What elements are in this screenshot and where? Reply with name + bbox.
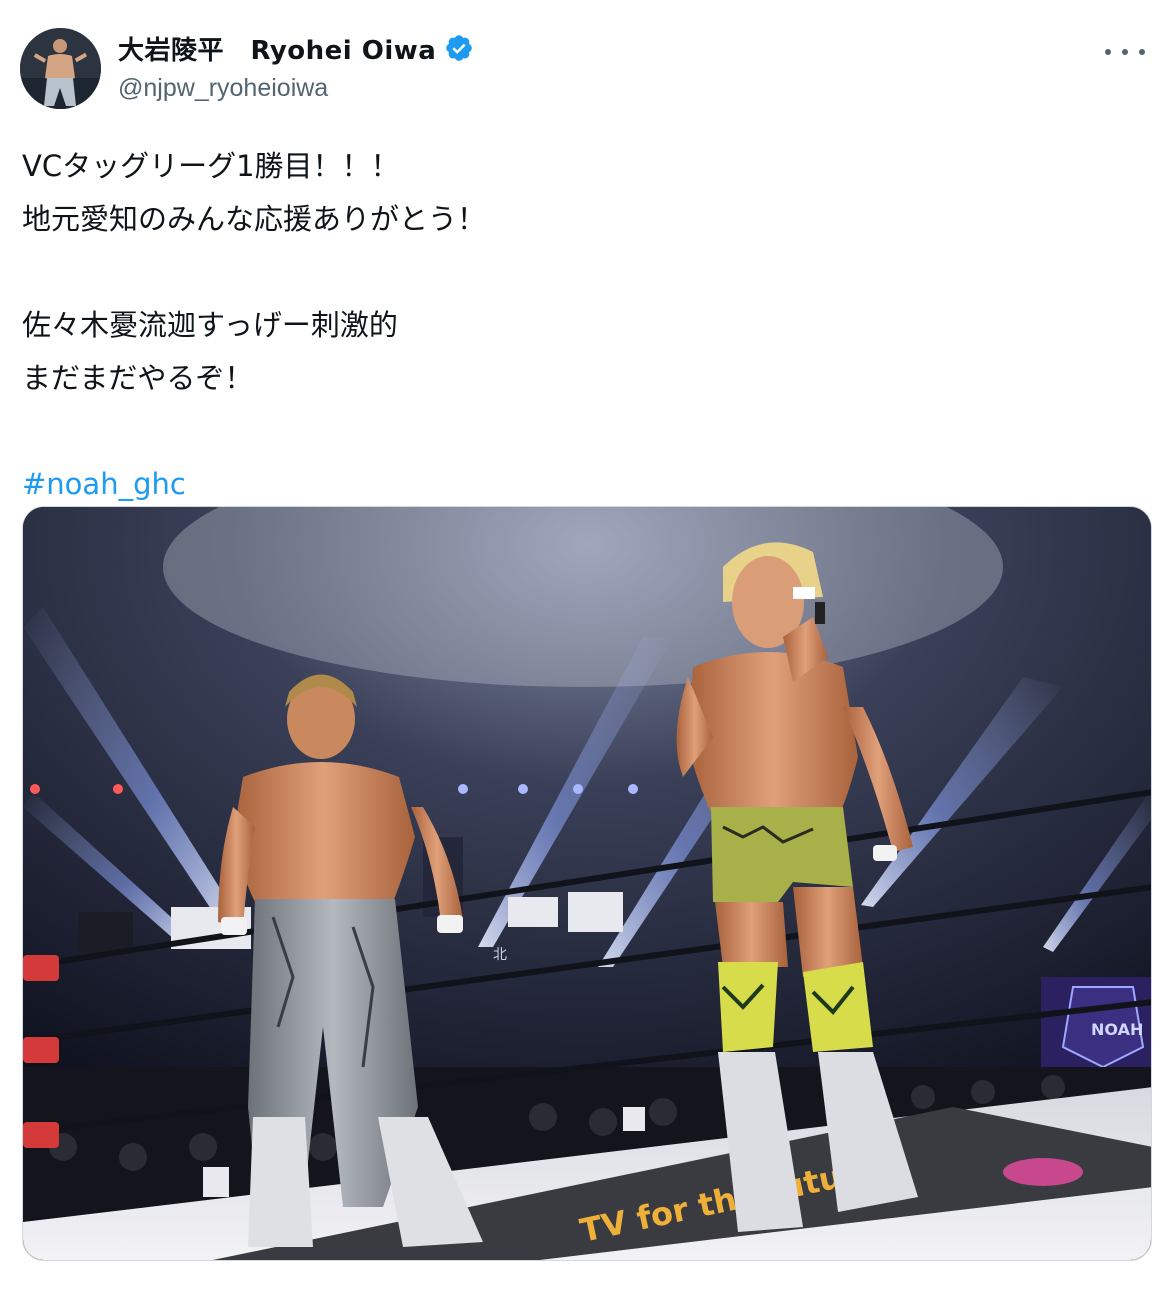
verified-badge-icon[interactable] [444,33,474,63]
tweet-line: まだまだやるぞ！ [22,361,254,395]
tweet-line: 佐々木憂流迦すっげー刺激的 [22,308,398,342]
display-name[interactable]: 大岩陵平 Ryohei Oiwa [118,30,436,67]
noah-logo-text: NOAH [1091,1020,1143,1039]
author-handle[interactable]: @njpw_ryoheioiwa [118,74,474,103]
author-avatar[interactable] [20,28,101,109]
hashtag-link[interactable]: #noah_ghc [22,467,186,501]
dot [1105,49,1111,55]
more-dots-icon[interactable] [1105,42,1145,62]
author-names: 大岩陵平 Ryohei Oiwa @njpw_ryoheioiwa [118,30,474,103]
tweet-line: VCタッグリーグ1勝目！！！ [22,149,400,183]
display-name-row: 大岩陵平 Ryohei Oiwa [118,30,474,66]
tweet-header: 大岩陵平 Ryohei Oiwa @njpw_ryoheioiwa [20,24,1151,110]
hashtag-line: #noah_ghc [22,458,1142,511]
tweet-line [22,246,1142,299]
avatar-photo [20,28,101,109]
wrestling-ring-photo: 北 NOAH TV for the future [23,507,1151,1260]
floor-sign: 北 [493,947,507,963]
dot [1122,49,1128,55]
tweet-line [22,405,1142,458]
tweet-text: VCタッグリーグ1勝目！！！ 地元愛知のみんな応援ありがとう！ 佐々木憂流迦すっ… [22,140,1142,511]
tweet-photo[interactable]: 北 NOAH TV for the future [22,506,1152,1261]
tweet-line: 地元愛知のみんな応援ありがとう！ [22,202,487,236]
dot [1139,49,1145,55]
